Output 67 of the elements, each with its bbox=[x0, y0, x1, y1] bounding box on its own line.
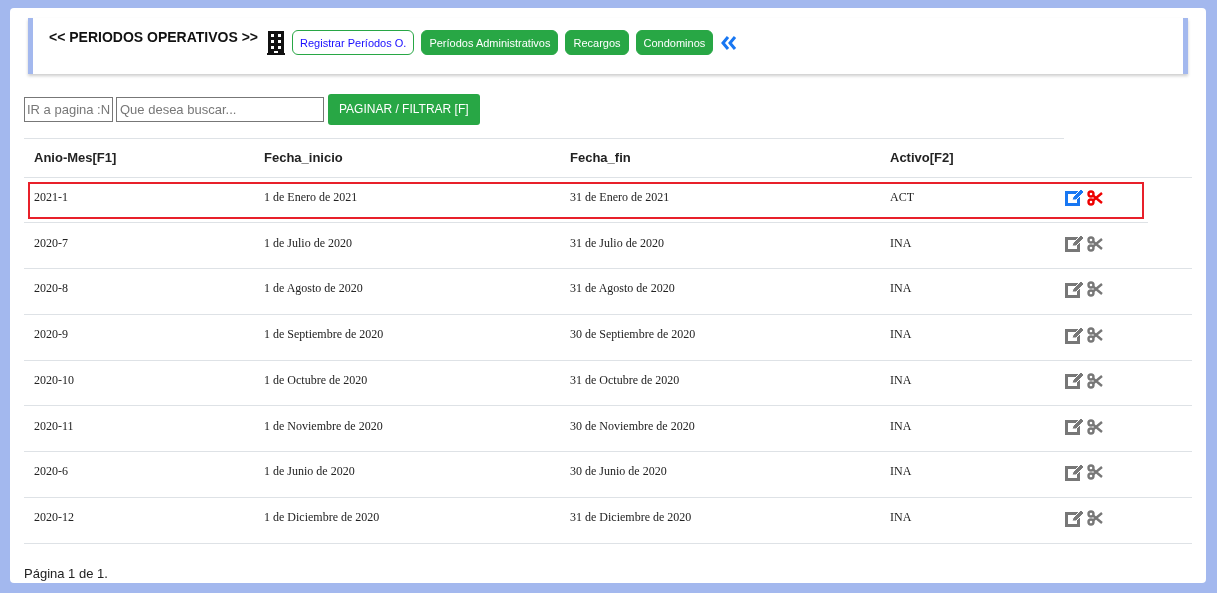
scissors-icon[interactable] bbox=[1087, 189, 1103, 206]
column-header: Fecha_inicio bbox=[264, 148, 344, 167]
table-cell-text: 31 de Enero de 2021 bbox=[570, 188, 671, 206]
page-info: Página 1 de 1. bbox=[24, 564, 109, 583]
table-cell-text: 1 de Septiembre de 2020 bbox=[264, 326, 385, 344]
table-cell-text: 2020-8 bbox=[34, 280, 69, 298]
table-cell-text: 31 de Julio de 2020 bbox=[570, 234, 665, 252]
table-cell-text: 30 de Noviembre de 2020 bbox=[570, 417, 696, 435]
table-row[interactable]: 2020-10 1 de Octubre de 2020 31 de Octubre de 2020 INA bbox=[24, 360, 1192, 407]
table-row[interactable]: 2020-12 1 de Diciembre de 2020 31 de Diciembre de 2020 INA bbox=[24, 497, 1192, 544]
building-icon bbox=[267, 30, 286, 55]
page-field[interactable]: IR a pagina :N bbox=[24, 96, 113, 122]
double-chevron-left-icon[interactable] bbox=[720, 34, 739, 51]
table-cell-text: 1 de Octubre de 2020 bbox=[264, 371, 369, 389]
table-row[interactable]: 2020-11 1 de Noviembre de 2020 30 de Noviembre de 2020 INA bbox=[24, 406, 1192, 452]
table-cell-text: 2020-10 bbox=[34, 371, 75, 389]
table-cell-text: 2020-9 bbox=[34, 326, 69, 344]
table-row[interactable]: 2021-1 1 de Enero de 2021 31 de Enero de 2021 ACT bbox=[24, 177, 1148, 224]
scissors-icon[interactable] bbox=[1087, 464, 1103, 481]
column-header: Fecha_fin bbox=[570, 148, 632, 167]
edit-icon[interactable] bbox=[1065, 280, 1085, 298]
table-cell-text: 31 de Diciembre de 2020 bbox=[570, 509, 693, 527]
column-header: Activo[F2] bbox=[890, 148, 955, 167]
table-cell-text: ACT bbox=[890, 188, 915, 206]
table-cell-text: 1 de Junio de 2020 bbox=[264, 463, 356, 481]
table-cell-text: 31 de Agosto de 2020 bbox=[570, 280, 676, 298]
edit-icon[interactable] bbox=[1065, 326, 1085, 344]
edit-icon[interactable] bbox=[1065, 189, 1085, 207]
table-cell-text: 2020-7 bbox=[34, 234, 69, 252]
table-cell-text: 1 de Julio de 2020 bbox=[264, 234, 353, 252]
column-header: Anio-Mes[F1] bbox=[34, 148, 118, 167]
scissors-icon[interactable] bbox=[1087, 372, 1103, 389]
table-cell-text: 31 de Octubre de 2020 bbox=[570, 371, 681, 389]
table-cell-text: INA bbox=[890, 234, 913, 252]
edit-icon[interactable] bbox=[1065, 463, 1085, 481]
scissors-icon[interactable] bbox=[1087, 327, 1103, 344]
nav-button[interactable]: Registrar Períodos O. bbox=[292, 30, 415, 56]
table-cell-text: 30 de Junio de 2020 bbox=[570, 463, 668, 481]
table-cell-text: INA bbox=[890, 280, 913, 298]
search-field[interactable]: Que desea buscar... bbox=[116, 96, 324, 122]
table-cell-text: INA bbox=[890, 509, 913, 527]
table-cell-text: 1 de Agosto de 2020 bbox=[264, 280, 364, 298]
table-cell-text: 2020-12 bbox=[34, 509, 75, 527]
table-cell-text: INA bbox=[890, 326, 913, 344]
table-row[interactable]: 2020-6 1 de Junio de 2020 30 de Junio de 2020 INA bbox=[24, 452, 1192, 498]
page-title: << PERIODOS OPERATIVOS >> bbox=[49, 28, 259, 48]
scissors-icon[interactable] bbox=[1087, 510, 1103, 527]
edit-icon[interactable] bbox=[1065, 235, 1085, 253]
table-cell-text: INA bbox=[890, 417, 913, 435]
scissors-icon[interactable] bbox=[1087, 281, 1103, 298]
scissors-icon[interactable] bbox=[1087, 235, 1103, 252]
table-cell-text: 1 de Diciembre de 2020 bbox=[264, 509, 381, 527]
table-cell-text: 2020-6 bbox=[34, 463, 69, 481]
table-cell-text: 1 de Noviembre de 2020 bbox=[264, 417, 384, 435]
edit-icon[interactable] bbox=[1065, 509, 1085, 527]
table-cell-text: 1 de Enero de 2021 bbox=[264, 188, 359, 206]
edit-icon[interactable] bbox=[1065, 418, 1085, 436]
edit-icon[interactable] bbox=[1065, 372, 1085, 390]
table-cell-text: INA bbox=[890, 463, 913, 481]
table-row[interactable]: 2020-7 1 de Julio de 2020 31 de Julio de 2020 INA bbox=[24, 223, 1192, 269]
table-cell-text: 30 de Septiembre de 2020 bbox=[570, 326, 697, 344]
table-cell-text: 2021-1 bbox=[34, 188, 69, 206]
table-cell-text: INA bbox=[890, 371, 913, 389]
table-row[interactable]: 2020-8 1 de Agosto de 2020 31 de Agosto de 2020 INA bbox=[24, 269, 1192, 315]
table-cell-text: 2020-11 bbox=[34, 417, 75, 435]
table-row[interactable]: 2020-9 1 de Septiembre de 2020 30 de Septiembre de 2020 INA bbox=[24, 314, 1192, 361]
scissors-icon[interactable] bbox=[1087, 418, 1103, 435]
